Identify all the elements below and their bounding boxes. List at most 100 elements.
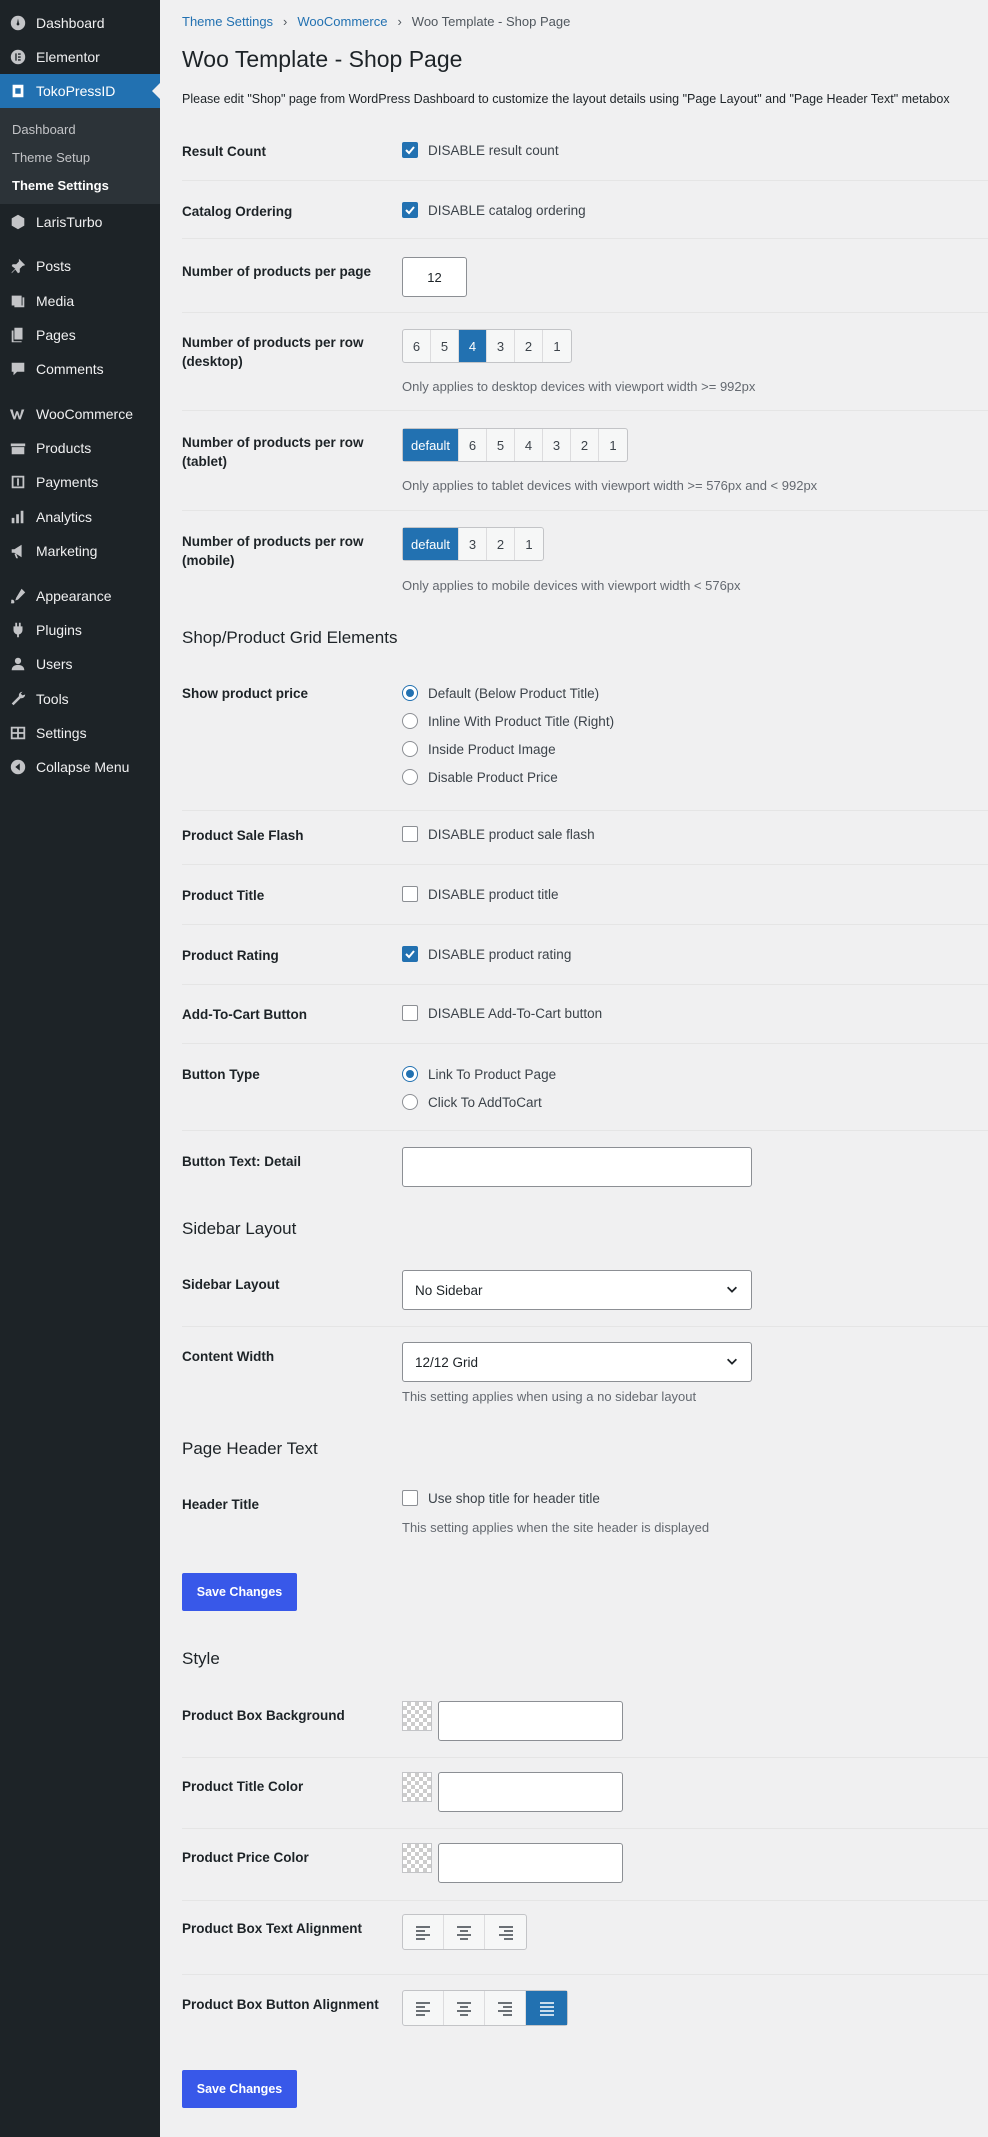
segment-option-3[interactable]: 3	[487, 330, 515, 362]
checkbox[interactable]	[402, 1005, 418, 1021]
radio-button[interactable]	[402, 1094, 418, 1110]
segment-option-6[interactable]: 6	[459, 429, 488, 461]
radio-option[interactable]: Inline With Product Title (Right)	[402, 707, 614, 735]
checkbox[interactable]	[402, 946, 418, 962]
checkbox[interactable]	[402, 142, 418, 158]
sidebar-item-elementor[interactable]: Elementor	[0, 40, 160, 74]
color-input[interactable]	[438, 1701, 623, 1741]
align-center-button[interactable]	[444, 1991, 485, 2025]
sidebar-item-posts[interactable]: Posts	[0, 249, 160, 283]
align-center-button[interactable]	[444, 1915, 485, 1949]
box-background-color-picker	[402, 1701, 623, 1741]
segment-option-4[interactable]: 4	[459, 330, 487, 362]
segment-option-6[interactable]: 6	[403, 330, 431, 362]
color-swatch[interactable]	[402, 1843, 432, 1873]
radio-option[interactable]: Inside Product Image	[402, 735, 614, 763]
sidebar-item-pages[interactable]: Pages	[0, 318, 160, 352]
add-to-cart-checkbox[interactable]: DISABLE Add-To-Cart button	[402, 1005, 602, 1021]
radio-option[interactable]: Default (Below Product Title)	[402, 679, 614, 707]
segment-option-1[interactable]: 1	[515, 528, 543, 560]
product-rating-label: Product Rating	[182, 948, 279, 963]
sidebar-item-products[interactable]: Products	[0, 431, 160, 465]
segment-option-default[interactable]: default	[403, 528, 460, 560]
sidebar-item-appearance[interactable]: Appearance	[0, 579, 160, 613]
row-divider	[182, 510, 988, 511]
catalog-ordering-checkbox[interactable]: DISABLE catalog ordering	[402, 202, 586, 218]
submenu-item-theme-setup[interactable]: Theme Setup	[0, 143, 160, 171]
segment-option-2[interactable]: 2	[515, 330, 543, 362]
radio-button[interactable]	[402, 713, 418, 729]
segment-option-5[interactable]: 5	[431, 330, 459, 362]
sidebar-item-analytics[interactable]: Analytics	[0, 500, 160, 534]
product-title-checkbox[interactable]: DISABLE product title	[402, 886, 559, 902]
radio-option[interactable]: Link To Product Page	[402, 1060, 556, 1088]
align-left-button[interactable]	[403, 1991, 444, 2025]
header-title-checkbox[interactable]: Use shop title for header title	[402, 1490, 600, 1506]
content-width-select[interactable]: 12/12 Grid	[402, 1342, 752, 1382]
save-changes-button[interactable]: Save Changes	[182, 1573, 297, 1611]
color-swatch[interactable]	[402, 1701, 432, 1731]
row-divider	[182, 410, 988, 411]
checkbox[interactable]	[402, 1490, 418, 1506]
segment-option-2[interactable]: 2	[487, 528, 516, 560]
sidebar-item-comments[interactable]: Comments	[0, 352, 160, 386]
sidebar-item-media[interactable]: Media	[0, 284, 160, 318]
color-swatch[interactable]	[402, 1772, 432, 1802]
align-left-button[interactable]	[403, 1915, 444, 1949]
sidebar-item-users[interactable]: Users	[0, 647, 160, 681]
collapse-menu-button[interactable]: Collapse Menu	[0, 750, 160, 784]
comments-icon	[0, 360, 36, 378]
checkbox[interactable]	[402, 826, 418, 842]
segment-option-4[interactable]: 4	[515, 429, 544, 461]
sidebar-item-laristurbo[interactable]: LarisTurbo	[0, 205, 160, 239]
color-input[interactable]	[438, 1843, 623, 1883]
align-justify-button[interactable]	[526, 1991, 567, 2025]
sidebar-item-tokopressid[interactable]: TokoPressID	[0, 74, 160, 108]
product-title-label: Product Title	[182, 888, 265, 903]
checkbox[interactable]	[402, 886, 418, 902]
radio-option[interactable]: Click To AddToCart	[402, 1088, 556, 1116]
per-page-input[interactable]: 12	[402, 257, 467, 297]
check-icon	[405, 206, 415, 215]
sale-flash-checkbox[interactable]: DISABLE product sale flash	[402, 826, 595, 842]
segment-option-5[interactable]: 5	[487, 429, 516, 461]
radio-button[interactable]	[402, 741, 418, 757]
sidebar-layout-select[interactable]: No Sidebar	[402, 1270, 752, 1310]
save-changes-button[interactable]: Save Changes	[182, 2070, 297, 2108]
button-text-input[interactable]	[402, 1147, 752, 1187]
header-title-label: Header Title	[182, 1497, 260, 1512]
sidebar-item-dashboard[interactable]: Dashboard	[0, 6, 160, 40]
breadcrumb-woocommerce[interactable]: WooCommerce	[297, 14, 387, 29]
segment-option-1[interactable]: 1	[543, 330, 571, 362]
sidebar-item-woocommerce[interactable]: WooCommerce	[0, 397, 160, 431]
select-value: No Sidebar	[415, 1282, 483, 1298]
radio-option[interactable]: Disable Product Price	[402, 763, 614, 791]
sidebar-item-plugins[interactable]: Plugins	[0, 613, 160, 647]
segment-option-1[interactable]: 1	[599, 429, 627, 461]
appearance-icon	[0, 587, 36, 605]
result-count-checkbox[interactable]: DISABLE result count	[402, 142, 559, 158]
sidebar-item-label: Elementor	[36, 49, 100, 65]
sidebar-item-marketing[interactable]: Marketing	[0, 534, 160, 568]
box-background-label: Product Box Background	[182, 1708, 345, 1723]
segment-option-3[interactable]: 3	[459, 528, 488, 560]
sidebar-item-payments[interactable]: Payments	[0, 465, 160, 499]
radio-button[interactable]	[402, 1066, 418, 1082]
color-input[interactable]	[438, 1772, 623, 1812]
radio-button[interactable]	[402, 769, 418, 785]
align-right-button[interactable]	[485, 1915, 526, 1949]
breadcrumb-theme-settings[interactable]: Theme Settings	[182, 14, 273, 29]
sidebar-item-tools[interactable]: Tools	[0, 682, 160, 716]
checkbox[interactable]	[402, 202, 418, 218]
submenu-item-theme-settings[interactable]: Theme Settings	[0, 171, 160, 199]
show-price-radio-group: Default (Below Product Title) Inline With…	[402, 679, 614, 791]
page-title: Woo Template - Shop Page	[182, 46, 463, 72]
product-rating-checkbox[interactable]: DISABLE product rating	[402, 946, 571, 962]
align-right-button[interactable]	[485, 1991, 526, 2025]
segment-option-3[interactable]: 3	[543, 429, 572, 461]
sidebar-item-settings[interactable]: Settings	[0, 716, 160, 750]
submenu-item-dashboard[interactable]: Dashboard	[0, 115, 160, 143]
segment-option-2[interactable]: 2	[571, 429, 600, 461]
segment-option-default[interactable]: default	[403, 429, 460, 461]
radio-button[interactable]	[402, 685, 418, 701]
